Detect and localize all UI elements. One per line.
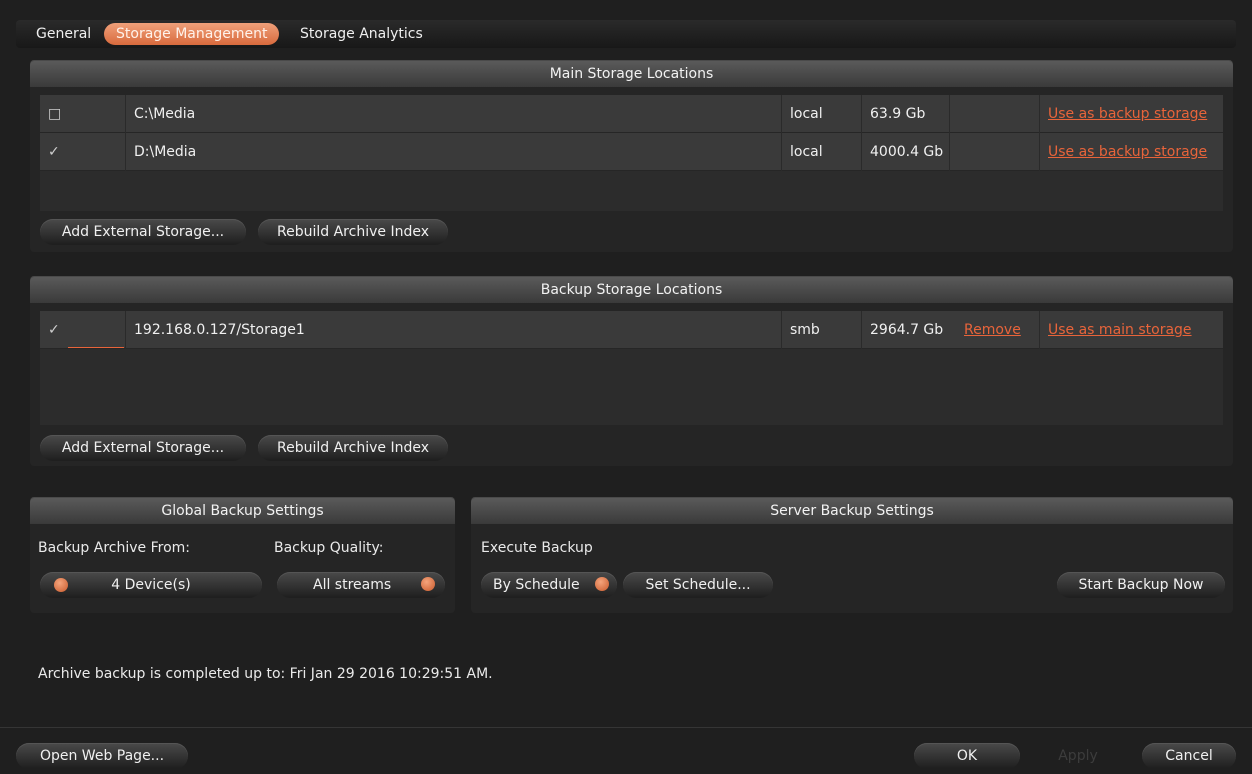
footer-divider <box>0 727 1252 728</box>
main-storage-table: □ C:\Media local 63.9 Gb Use as backup s… <box>40 95 1223 211</box>
schedule-value: By Schedule <box>493 577 580 593</box>
dropdown-icon <box>421 577 435 591</box>
use-as-backup-link[interactable]: Use as backup storage <box>1040 133 1223 171</box>
global-backup-panel: Global Backup Settings Backup Archive Fr… <box>30 497 455 613</box>
rebuild-archive-index-button[interactable]: Rebuild Archive Index <box>258 219 448 245</box>
dropdown-icon <box>54 578 68 592</box>
storage-type: smb <box>782 311 862 349</box>
row-checkbox[interactable]: ✓ <box>40 133 126 171</box>
quality-value: All streams <box>313 577 392 593</box>
rebuild-archive-index-button[interactable]: Rebuild Archive Index <box>258 435 448 461</box>
storage-size: 2964.7 Gb <box>870 322 944 338</box>
devices-dropdown[interactable]: 4 Device(s) <box>40 572 262 598</box>
start-backup-now-button[interactable]: Start Backup Now <box>1057 572 1225 598</box>
tab-storage-analytics[interactable]: Storage Analytics <box>288 23 435 45</box>
tab-bar: General Storage Management Storage Analy… <box>16 20 1236 48</box>
table-row[interactable]: □ C:\Media local 63.9 Gb Use as backup s… <box>40 95 1223 133</box>
use-as-main-storage-link[interactable]: Use as main storage <box>1040 311 1223 349</box>
storage-type: local <box>782 95 862 133</box>
table-row[interactable]: ✓ D:\Media local 4000.4 Gb Use as backup… <box>40 133 1223 171</box>
backup-storage-title: Backup Storage Locations <box>30 277 1233 303</box>
backup-archive-from-label: Backup Archive From: <box>38 540 191 556</box>
row-checkbox[interactable]: □ <box>40 95 126 133</box>
remove-link[interactable] <box>950 133 1040 171</box>
cancel-button[interactable]: Cancel <box>1142 743 1236 769</box>
storage-type: local <box>782 133 862 171</box>
remove-link[interactable] <box>950 95 1040 133</box>
use-as-backup-link[interactable]: Use as backup storage <box>1040 95 1223 133</box>
backup-status-text: Archive backup is completed up to: Fri J… <box>38 666 493 682</box>
open-web-page-button[interactable]: Open Web Page... <box>16 743 188 769</box>
backup-quality-label: Backup Quality: <box>274 540 384 556</box>
backup-storage-table: ✓ 192.168.0.127/Storage1 smb 2964.7 Gb R… <box>40 311 1223 425</box>
add-external-storage-button[interactable]: Add External Storage... <box>40 435 246 461</box>
ok-button[interactable]: OK <box>914 743 1020 769</box>
set-schedule-button[interactable]: Set Schedule... <box>623 572 773 598</box>
storage-settings-dialog: General Storage Management Storage Analy… <box>0 0 1252 774</box>
main-storage-title: Main Storage Locations <box>30 61 1233 87</box>
tab-general[interactable]: General <box>24 23 103 45</box>
server-backup-panel: Server Backup Settings Execute Backup By… <box>471 497 1233 613</box>
apply-button[interactable]: Apply <box>1030 743 1126 769</box>
main-storage-panel: Main Storage Locations □ C:\Media local … <box>30 60 1233 252</box>
global-backup-title: Global Backup Settings <box>30 498 455 524</box>
backup-storage-panel: Backup Storage Locations ✓ 192.168.0.127… <box>30 276 1233 466</box>
storage-path: D:\Media <box>126 133 782 171</box>
storage-path: C:\Media <box>126 95 782 133</box>
execute-backup-label: Execute Backup <box>481 540 593 556</box>
server-backup-title: Server Backup Settings <box>471 498 1233 524</box>
schedule-dropdown[interactable]: By Schedule <box>481 572 617 598</box>
storage-size: 4000.4 Gb <box>862 133 950 171</box>
storage-size: 63.9 Gb <box>862 95 950 133</box>
tab-storage-management[interactable]: Storage Management <box>104 23 280 45</box>
devices-value: 4 Device(s) <box>111 577 191 593</box>
row-checkbox[interactable]: ✓ <box>40 311 126 349</box>
add-external-storage-button[interactable]: Add External Storage... <box>40 219 246 245</box>
storage-path: 192.168.0.127/Storage1 <box>126 311 782 349</box>
focus-underline <box>68 347 124 348</box>
table-row[interactable]: ✓ 192.168.0.127/Storage1 smb 2964.7 Gb R… <box>40 311 1223 349</box>
remove-link[interactable]: Remove <box>956 311 1040 349</box>
quality-dropdown[interactable]: All streams <box>277 572 445 598</box>
dropdown-icon <box>595 577 609 591</box>
